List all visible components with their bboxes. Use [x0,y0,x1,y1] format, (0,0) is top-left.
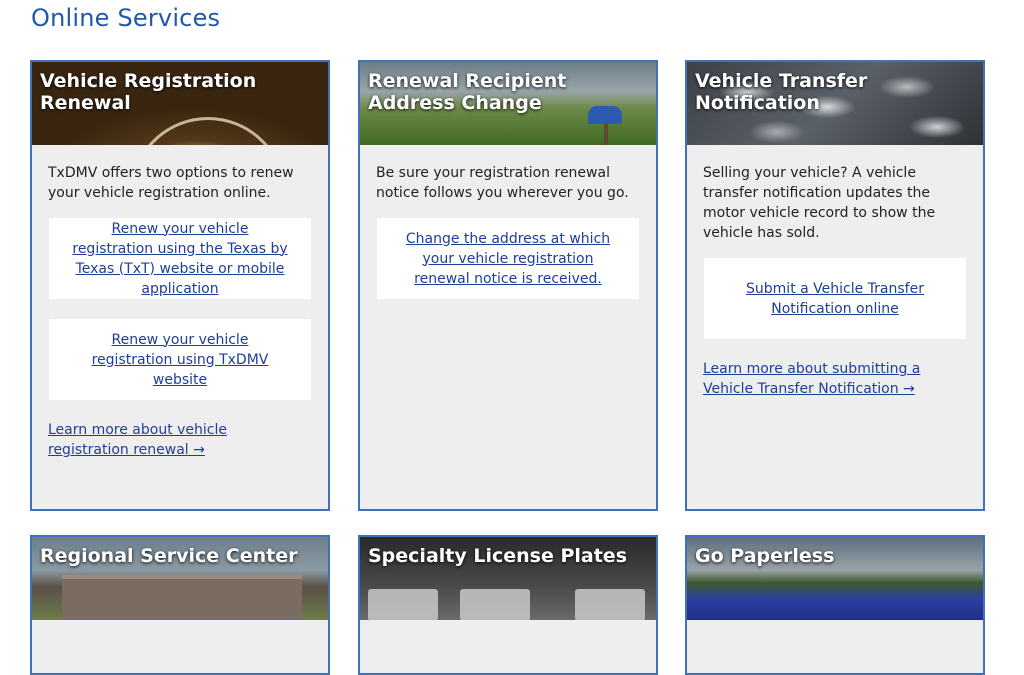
card-regional-service-center[interactable]: Regional Service Center [30,535,330,675]
card-title: Regional Service Center [40,545,298,567]
card-title: Specialty License Plates [368,545,628,567]
card-hero-image: Renewal Recipient Address Change [360,62,656,145]
renew-txdmv-link[interactable]: Renew your vehicle registration using Tx… [71,330,289,390]
change-address-link[interactable]: Change the address at which your vehicle… [399,229,617,289]
card-hero-image: Regional Service Center [32,537,328,620]
plate-decoration [368,589,438,620]
learn-more-registration-link[interactable]: Learn more about vehicle registration re… [48,420,312,460]
card-description: Be sure your registration renewal notice… [376,165,629,201]
card-title: Vehicle Registration Renewal [40,70,257,114]
card-description: TxDMV offers two options to renew your v… [48,165,294,201]
link-box: Submit a Vehicle Transfer Notification o… [704,258,966,339]
card-vehicle-transfer-notification: Vehicle Transfer Notification Selling yo… [685,60,985,511]
plate-decoration [575,589,645,620]
card-hero-image: Specialty License Plates [360,537,656,620]
renew-txt-link[interactable]: Renew your vehicle registration using th… [71,219,289,299]
card-renewal-address-change: Renewal Recipient Address Change Be sure… [358,60,658,511]
submit-transfer-link[interactable]: Submit a Vehicle Transfer Notification o… [726,279,944,319]
page-title: Online Services [31,4,221,32]
link-box: Change the address at which your vehicle… [377,218,639,299]
card-hero-image: Vehicle Registration Renewal [32,62,328,145]
card-title: Renewal Recipient Address Change [368,70,567,114]
card-go-paperless[interactable]: Go Paperless [685,535,985,675]
capitol-dome-decoration [130,117,286,145]
link-box: Renew your vehicle registration using Tx… [49,319,311,400]
card-title: Vehicle Transfer Notification [695,70,868,114]
card-hero-image: Go Paperless [687,537,983,620]
mailbox-post-decoration [604,124,608,145]
card-hero-image: Vehicle Transfer Notification [687,62,983,145]
link-box: Renew your vehicle registration using th… [49,218,311,299]
building-decoration [62,575,302,619]
learn-more-transfer-link[interactable]: Learn more about submitting a Vehicle Tr… [703,359,967,399]
card-specialty-license-plates[interactable]: Specialty License Plates [358,535,658,675]
card-description: Selling your vehicle? A vehicle transfer… [703,165,936,241]
plate-decoration [460,589,530,620]
card-title: Go Paperless [695,545,835,567]
card-vehicle-registration-renewal: Vehicle Registration Renewal TxDMV offer… [30,60,330,511]
